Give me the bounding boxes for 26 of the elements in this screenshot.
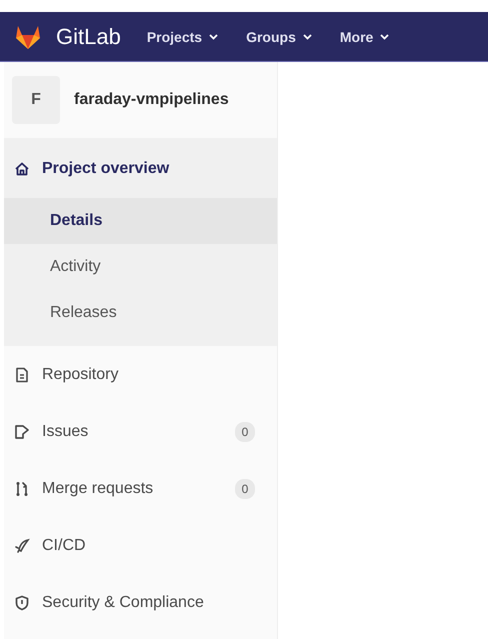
- brand-name[interactable]: GitLab: [56, 24, 121, 50]
- sidebar-item[interactable]: Project overview: [4, 139, 277, 198]
- project-name[interactable]: faraday-vmpipelines: [74, 91, 229, 109]
- chevron-down-icon: [209, 34, 218, 40]
- count-badge: 0: [235, 478, 255, 498]
- sidebar-subitem[interactable]: Releases: [4, 290, 277, 336]
- count-badge: 0: [235, 422, 255, 442]
- sidebar-item[interactable]: Repository: [4, 346, 277, 403]
- sidebar-item[interactable]: CI/CD: [4, 517, 277, 574]
- sidebar-item[interactable]: Issues 0: [4, 403, 277, 460]
- document-icon: [14, 366, 30, 382]
- sidebar-item[interactable]: Security & Compliance: [4, 574, 277, 631]
- gitlab-logo-icon[interactable]: [14, 24, 42, 50]
- shield-icon: [14, 594, 30, 610]
- home-icon: [14, 160, 30, 176]
- issue-icon: [14, 424, 30, 440]
- nav-menu[interactable]: Groups: [246, 28, 312, 44]
- nav-menu[interactable]: More: [340, 28, 390, 44]
- merge-request-icon: [14, 480, 30, 496]
- sidebar-item[interactable]: Merge requests 0: [4, 460, 277, 517]
- nav-menu[interactable]: Projects: [146, 28, 218, 44]
- sidebar-subitem[interactable]: Details: [4, 198, 277, 244]
- chevron-down-icon: [380, 34, 390, 40]
- project-avatar[interactable]: F: [12, 76, 60, 124]
- sidebar-subitem[interactable]: Activity: [4, 244, 277, 290]
- chevron-down-icon: [302, 34, 312, 40]
